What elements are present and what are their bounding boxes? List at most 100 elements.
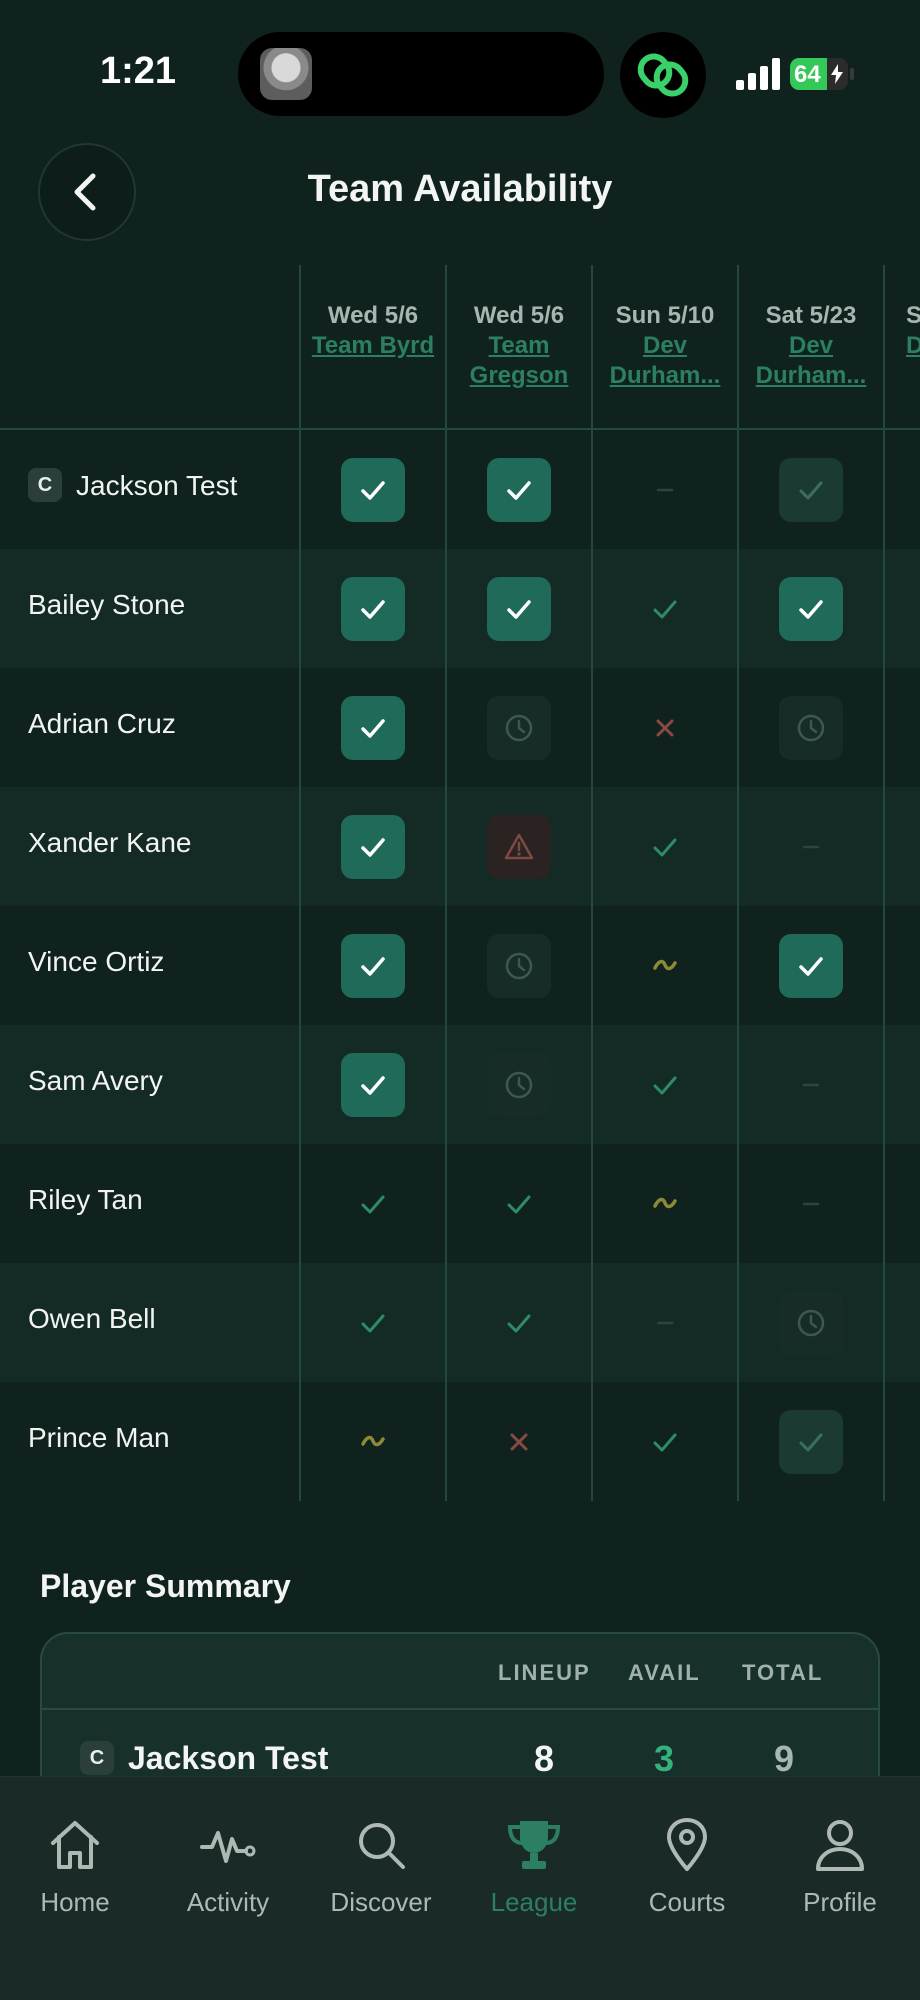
player-row: Adrian Cruz — [0, 668, 920, 787]
player-name-text: Riley Tan — [28, 1184, 143, 1215]
availability-cell-unavailable[interactable] — [592, 668, 738, 787]
checkmark-icon — [507, 1195, 531, 1213]
checkmark-icon — [361, 718, 385, 738]
lineup-check-box — [341, 457, 405, 522]
player-row: Sam Avery — [0, 1025, 920, 1144]
availability-cell-available[interactable] — [592, 1025, 738, 1144]
availability-cell-available[interactable] — [300, 1144, 446, 1263]
availability-cell-available[interactable] — [446, 1263, 592, 1382]
lineup-check-box — [341, 1052, 405, 1117]
availability-cell-lineup[interactable] — [738, 906, 884, 1025]
checkmark-icon — [361, 1314, 385, 1332]
player-name[interactable]: C Jackson Test — [28, 467, 237, 505]
checkmark-icon — [361, 599, 385, 619]
checkmark-icon — [653, 600, 677, 618]
availability-cell-lineup[interactable] — [300, 430, 446, 549]
availability-cell-lineup[interactable] — [300, 549, 446, 668]
availability-cell-lineup[interactable] — [300, 1025, 446, 1144]
availability-cell-available-boxed[interactable] — [738, 430, 884, 549]
availability-cell-lineup[interactable] — [300, 906, 446, 1025]
tab-discover-label: Discover — [330, 1887, 432, 1917]
availability-cell-maybe[interactable] — [592, 906, 738, 1025]
dash-icon — [802, 845, 820, 848]
captain-badge: C — [80, 1740, 114, 1775]
opponent-link[interactable]: D — [906, 331, 920, 391]
available-check-box — [779, 1409, 843, 1474]
captain-badge: C — [28, 467, 62, 502]
checkmark-icon — [507, 599, 531, 619]
lineup-check-box — [341, 933, 405, 998]
battery-percent: 64 — [794, 61, 821, 88]
page-title: Team Availability — [307, 168, 613, 210]
availability-cell-pending[interactable] — [446, 906, 592, 1025]
tilde-icon — [653, 959, 677, 970]
tab-profile-label: Profile — [803, 1887, 877, 1917]
dash-icon — [802, 1083, 820, 1086]
availability-cell-none[interactable] — [738, 787, 884, 906]
tab-league[interactable]: League — [459, 1817, 609, 1918]
tab-courts[interactable]: Courts — [612, 1817, 762, 1918]
tab-home[interactable]: Home — [0, 1817, 150, 1918]
link-app-bubble[interactable] — [620, 32, 706, 118]
opponent-link[interactable]: Dev Durham... — [592, 331, 738, 391]
player-name[interactable]: Owen Bell — [28, 1303, 156, 1335]
activity-icon — [200, 1831, 256, 1863]
pending-box — [779, 1290, 843, 1355]
availability-cell-none[interactable] — [738, 1144, 884, 1263]
bottom-tab-bar: Home Activity Discover League Courts Pro… — [0, 1776, 920, 2000]
lineup-check-box — [341, 695, 405, 760]
availability-cell-available[interactable] — [592, 549, 738, 668]
player-name-text: Sam Avery — [28, 1065, 163, 1096]
player-name-text: Xander Kane — [28, 827, 192, 858]
tab-discover[interactable]: Discover — [306, 1817, 456, 1918]
availability-cell-lineup[interactable] — [446, 430, 592, 549]
availability-cell-pending[interactable] — [446, 1025, 592, 1144]
checkmark-icon — [799, 1433, 823, 1451]
availability-cell-lineup[interactable] — [738, 549, 884, 668]
tilde-icon — [361, 1435, 385, 1446]
opponent-link[interactable]: Dev Durham... — [738, 331, 884, 391]
tab-home-label: Home — [40, 1887, 110, 1917]
availability-cell-available[interactable] — [446, 1144, 592, 1263]
availability-cell-available[interactable] — [592, 1382, 738, 1501]
checkmark-icon — [799, 599, 823, 619]
player-name[interactable]: Riley Tan — [28, 1184, 143, 1216]
availability-cell-lineup[interactable] — [300, 787, 446, 906]
tab-league-label: League — [490, 1887, 578, 1917]
clock-icon — [797, 714, 825, 741]
availability-cell-lineup[interactable] — [446, 549, 592, 668]
availability-cell-warning[interactable] — [446, 787, 592, 906]
summary-header-avail: AVAIL — [628, 1660, 701, 1685]
tab-activity[interactable]: Activity — [153, 1817, 303, 1918]
player-name[interactable]: Prince Man — [28, 1422, 170, 1454]
summary-row-player[interactable]: C Jackson Test — [80, 1740, 328, 1778]
availability-cell-maybe[interactable] — [300, 1382, 446, 1501]
player-row: Vince Ortiz — [0, 906, 920, 1025]
checkmark-icon — [799, 956, 823, 976]
player-name[interactable]: Bailey Stone — [28, 589, 185, 621]
availability-cell-available-boxed[interactable] — [738, 1382, 884, 1501]
availability-cell-none[interactable] — [738, 1025, 884, 1144]
availability-cell-available[interactable] — [300, 1263, 446, 1382]
checkmark-icon — [653, 1076, 677, 1094]
tab-profile[interactable]: Profile — [765, 1817, 915, 1918]
opponent-link[interactable]: Team Byrd — [300, 331, 446, 391]
player-name[interactable]: Sam Avery — [28, 1065, 163, 1097]
availability-cell-pending[interactable] — [738, 668, 884, 787]
lineup-check-box — [487, 576, 551, 641]
opponent-link[interactable]: Team Gregson — [446, 331, 592, 391]
checkmark-icon — [361, 1075, 385, 1095]
availability-cell-unavailable[interactable] — [446, 1382, 592, 1501]
availability-cell-pending[interactable] — [446, 668, 592, 787]
person-icon — [816, 1820, 864, 1871]
availability-cell-available[interactable] — [592, 787, 738, 906]
match-date: Sat 5/23 — [765, 302, 857, 329]
player-name[interactable]: Vince Ortiz — [28, 946, 164, 978]
player-name[interactable]: Adrian Cruz — [28, 708, 176, 740]
availability-cell-none[interactable] — [592, 430, 738, 549]
player-name[interactable]: Xander Kane — [28, 827, 191, 859]
availability-cell-maybe[interactable] — [592, 1144, 738, 1263]
availability-cell-none[interactable] — [592, 1263, 738, 1382]
availability-cell-pending[interactable] — [738, 1263, 884, 1382]
availability-cell-lineup[interactable] — [300, 668, 446, 787]
